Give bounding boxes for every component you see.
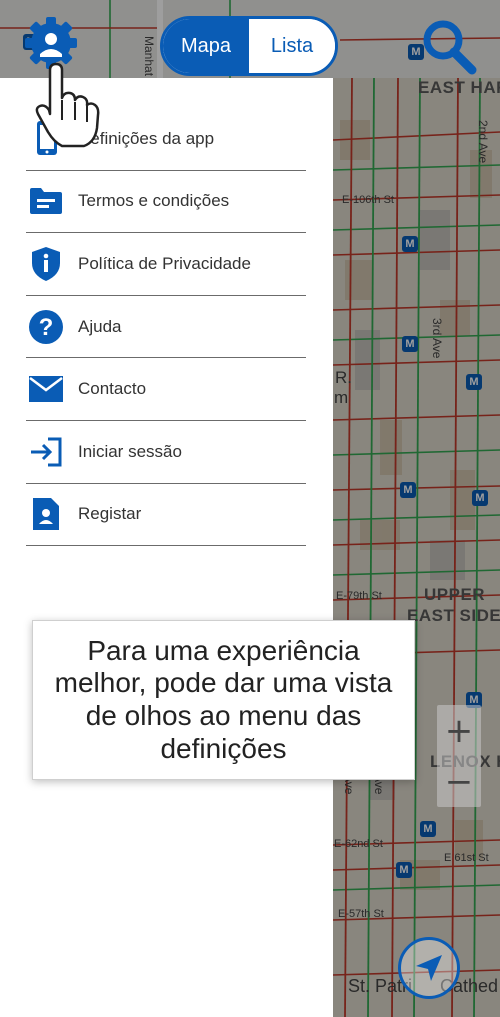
zoom-controls: + − xyxy=(437,705,481,807)
login-icon xyxy=(26,432,66,472)
shield-info-icon xyxy=(26,244,66,284)
settings-drawer: Definições da app Termos e condições Pol… xyxy=(0,78,333,1017)
menu-item-login[interactable]: Iniciar sessão xyxy=(26,421,306,484)
view-toggle[interactable]: Mapa Lista xyxy=(160,16,338,76)
menu-item-label: Ajuda xyxy=(78,316,122,336)
menu-item-label: Contacto xyxy=(78,379,147,399)
menu-item-label: Termos e condições xyxy=(78,191,230,211)
help-icon: ? xyxy=(26,307,66,347)
mail-icon xyxy=(26,369,66,409)
search-button[interactable] xyxy=(418,16,478,76)
navigation-arrow-icon xyxy=(416,955,442,981)
user-document-icon xyxy=(26,494,66,534)
pointer-hand-icon xyxy=(35,62,100,148)
tab-list[interactable]: Lista xyxy=(249,19,335,73)
search-icon xyxy=(423,20,477,75)
zoom-in-button[interactable]: + xyxy=(437,705,481,756)
menu-item-register[interactable]: Registar xyxy=(26,484,306,547)
folder-icon xyxy=(26,181,66,221)
my-location-button[interactable] xyxy=(398,937,460,999)
onboarding-tooltip[interactable]: Para uma experiência melhor, pode dar um… xyxy=(32,620,415,780)
tab-map[interactable]: Mapa xyxy=(163,19,249,73)
menu-item-label: Política de Privacidade xyxy=(78,253,251,273)
svg-text:?: ? xyxy=(39,314,54,341)
tooltip-text: Para uma experiência melhor, pode dar um… xyxy=(54,634,393,764)
menu-item-label: Registar xyxy=(78,504,142,524)
menu-item-privacy[interactable]: Política de Privacidade xyxy=(26,233,306,296)
menu-item-label: Iniciar sessão xyxy=(78,441,182,461)
menu-item-help[interactable]: ? Ajuda xyxy=(26,296,306,359)
settings-menu: Definições da app Termos e condições Pol… xyxy=(26,108,306,547)
menu-item-terms[interactable]: Termos e condições xyxy=(26,171,306,234)
zoom-out-button[interactable]: − xyxy=(437,756,481,807)
menu-item-contact[interactable]: Contacto xyxy=(26,358,306,421)
